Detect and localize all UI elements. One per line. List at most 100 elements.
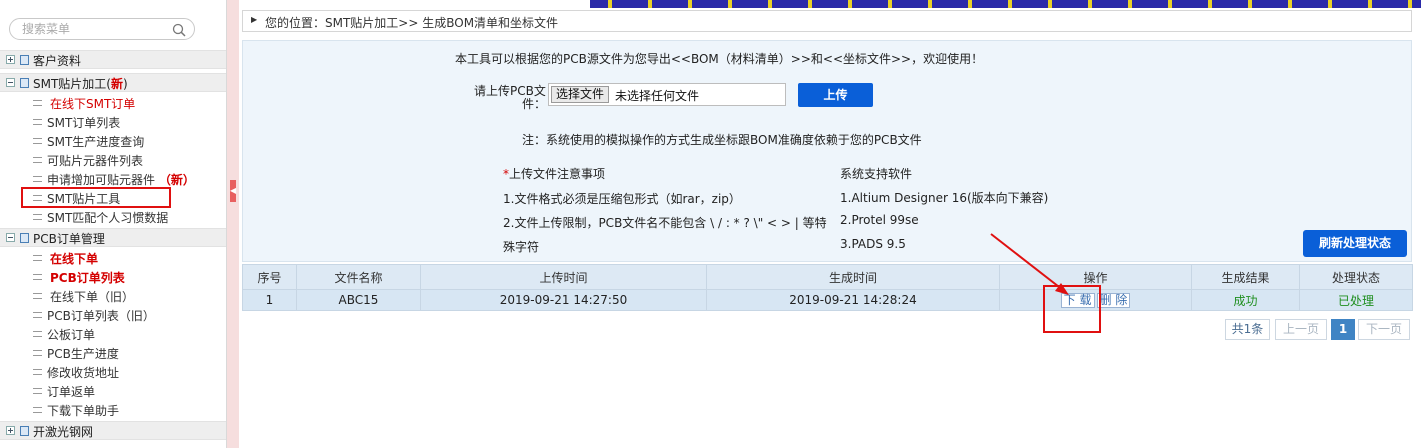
sidebar-item-smt-habits[interactable]: SMT匹配个人习惯数据 bbox=[0, 207, 226, 226]
note-item: 1.文件格式必须是压缩包形式（如rar，zip） bbox=[503, 192, 741, 206]
sidebar-item-label: SMT匹配个人习惯数据 bbox=[47, 211, 169, 225]
new-badge: 新 bbox=[110, 77, 123, 91]
cell-upload-time: 2019-09-21 14:27:50 bbox=[420, 289, 707, 311]
expand-icon[interactable] bbox=[6, 55, 15, 64]
highlight-box-smt-tool bbox=[21, 187, 171, 208]
sidebar-group-smt[interactable]: SMT贴片加工(新) bbox=[0, 73, 226, 92]
search-input[interactable] bbox=[22, 22, 172, 36]
search-box[interactable] bbox=[9, 18, 195, 40]
upload-panel bbox=[242, 40, 1412, 262]
pagination-total: 共1条 bbox=[1225, 319, 1270, 340]
sidebar-group-label: PCB订单管理 bbox=[33, 232, 105, 246]
list-icon bbox=[33, 100, 42, 106]
list-icon bbox=[33, 119, 42, 125]
files-table: 序号 文件名称 上传时间 生成时间 操作 生成结果 处理状态 1 ABC15 2… bbox=[242, 264, 1413, 311]
column-header: 生成结果 bbox=[1191, 264, 1300, 290]
sidebar-item-label: 可贴片元器件列表 bbox=[47, 154, 144, 168]
file-status-text: 未选择任何文件 bbox=[615, 89, 700, 103]
sidebar-group-laser-stencil[interactable]: 开激光钢网 bbox=[0, 421, 226, 440]
sidebar-group-customer[interactable]: 客户资料 bbox=[0, 50, 226, 69]
list-icon bbox=[33, 407, 42, 413]
collapse-icon[interactable] bbox=[6, 78, 15, 87]
breadcrumb-text: 您的位置：SMT贴片加工>> 生成BOM清单和坐标文件 bbox=[265, 16, 559, 30]
notes-title: *上传文件注意事项 bbox=[503, 167, 606, 181]
upload-button[interactable]: 上传 bbox=[798, 83, 873, 107]
sidebar-item-request-components[interactable]: 申请增加可贴元器件 （新） bbox=[0, 169, 226, 188]
header-banner bbox=[590, 0, 1421, 8]
annotation-arrow-icon bbox=[990, 233, 1069, 295]
cell-gen-time: 2019-09-21 14:28:24 bbox=[706, 289, 1000, 311]
sidebar-item-label: 在线下单（旧） bbox=[50, 290, 135, 304]
list-icon bbox=[33, 350, 42, 356]
pagination-next-button[interactable]: 下一页 bbox=[1358, 319, 1410, 340]
pagination-prev-button[interactable]: 上一页 bbox=[1275, 319, 1327, 340]
sidebar-group-pcb[interactable]: PCB订单管理 bbox=[0, 228, 226, 247]
upload-label-line2: 件： bbox=[522, 97, 547, 111]
sidebar-item-pcb-order-list-old[interactable]: PCB订单列表（旧） bbox=[0, 305, 226, 324]
sidebar-item-address[interactable]: 修改收货地址 bbox=[0, 362, 226, 381]
sidebar-item-label: PCB订单列表（旧） bbox=[47, 309, 155, 323]
sidebar-item-smt-order-list[interactable]: SMT订单列表 bbox=[0, 112, 226, 131]
list-icon bbox=[33, 274, 42, 280]
sidebar-item-label: 申请增加可贴元器件 （新） bbox=[47, 173, 195, 187]
sidebar-item-label: PCB生产进度 bbox=[47, 347, 119, 361]
delete-button[interactable]: 删 除 bbox=[1096, 292, 1131, 308]
sidebar-item-online-smt-order[interactable]: 在线下SMT订单 bbox=[0, 93, 226, 112]
software-item: 1.Altium Designer 16(版本向下兼容) bbox=[840, 191, 1049, 205]
collapse-arrow-icon[interactable]: ◀ bbox=[230, 180, 236, 202]
breadcrumb: ▶ 您的位置：SMT贴片加工>> 生成BOM清单和坐标文件 bbox=[242, 10, 1412, 32]
folder-icon bbox=[20, 233, 29, 243]
column-header: 文件名称 bbox=[296, 264, 421, 290]
list-icon bbox=[33, 157, 42, 163]
breadcrumb-arrow-icon: ▶ bbox=[251, 15, 258, 24]
sidebar-item-pcb-order-list[interactable]: PCB订单列表 bbox=[0, 267, 226, 286]
folder-icon bbox=[20, 78, 29, 88]
sidebar-item-online-order[interactable]: 在线下单 bbox=[0, 248, 226, 267]
software-title: 系统支持软件 bbox=[840, 167, 913, 181]
sidebar-group-label: 客户资料 bbox=[33, 54, 82, 68]
software-item: 2.Protel 99se bbox=[840, 213, 919, 227]
intro-text: 本工具可以根据您的PCB源文件为您导出<<BOM（材料清单）>>和<<坐标文件>… bbox=[455, 52, 984, 66]
sidebar-item-public-board[interactable]: 公板订单 bbox=[0, 324, 226, 343]
column-header: 序号 bbox=[242, 264, 297, 290]
table-header-row: 序号 文件名称 上传时间 生成时间 操作 生成结果 处理状态 bbox=[242, 264, 1413, 290]
sidebar-item-label: 修改收货地址 bbox=[47, 366, 120, 380]
sidebar-item-label: 订单返单 bbox=[47, 385, 96, 399]
user-icon bbox=[20, 55, 29, 65]
file-input[interactable]: 选择文件 未选择任何文件 bbox=[548, 83, 786, 106]
cell-index: 1 bbox=[242, 289, 297, 311]
note-text: 注：系统使用的模拟操作的方式生成坐标跟BOM准确度依赖于您的PCB文件 bbox=[522, 133, 922, 147]
expand-icon[interactable] bbox=[6, 426, 15, 435]
column-header: 上传时间 bbox=[420, 264, 707, 290]
list-icon bbox=[33, 388, 42, 394]
sidebar-group-label: 开激光钢网 bbox=[33, 425, 94, 439]
sidebar: 客户资料 SMT贴片加工(新) 在线下SMT订单 SMT订单列表 SMT生产进度… bbox=[0, 0, 227, 448]
sidebar-item-smt-progress[interactable]: SMT生产进度查询 bbox=[0, 131, 226, 150]
sidebar-item-label: SMT订单列表 bbox=[47, 116, 121, 130]
note-item: 2.文件上传限制，PCB文件名不能包含 \ / : * ? \" < > | 等… bbox=[503, 216, 827, 230]
cell-result: 成功 bbox=[1191, 289, 1300, 311]
column-header: 处理状态 bbox=[1299, 264, 1413, 290]
sidebar-item-label: 公板订单 bbox=[47, 328, 96, 342]
sidebar-group-label: SMT贴片加工(新) bbox=[33, 77, 128, 91]
list-icon bbox=[33, 176, 42, 182]
list-icon bbox=[33, 255, 42, 261]
software-item: 3.PADS 9.5 bbox=[840, 237, 906, 251]
sidebar-item-label: 在线下SMT订单 bbox=[50, 97, 136, 111]
sidebar-item-pcb-progress[interactable]: PCB生产进度 bbox=[0, 343, 226, 362]
sidebar-collapse-strip[interactable]: ◀ bbox=[227, 0, 239, 448]
sidebar-item-online-order-old[interactable]: 在线下单（旧） bbox=[0, 286, 226, 305]
new-badge: （新） bbox=[158, 173, 195, 187]
choose-file-button[interactable]: 选择文件 bbox=[551, 86, 610, 103]
sidebar-item-download-assistant[interactable]: 下载下单助手 bbox=[0, 400, 226, 419]
column-header: 生成时间 bbox=[706, 264, 1000, 290]
pagination-current-page[interactable]: 1 bbox=[1331, 319, 1355, 340]
sidebar-item-components-list[interactable]: 可贴片元器件列表 bbox=[0, 150, 226, 169]
sidebar-item-reorder[interactable]: 订单返单 bbox=[0, 381, 226, 400]
cell-file-name: ABC15 bbox=[296, 289, 421, 311]
search-icon[interactable] bbox=[172, 23, 186, 37]
list-icon bbox=[33, 293, 42, 299]
collapse-icon[interactable] bbox=[6, 233, 15, 242]
refresh-status-button[interactable]: 刷新处理状态 bbox=[1303, 230, 1407, 257]
cell-status: 已处理 bbox=[1299, 289, 1413, 311]
